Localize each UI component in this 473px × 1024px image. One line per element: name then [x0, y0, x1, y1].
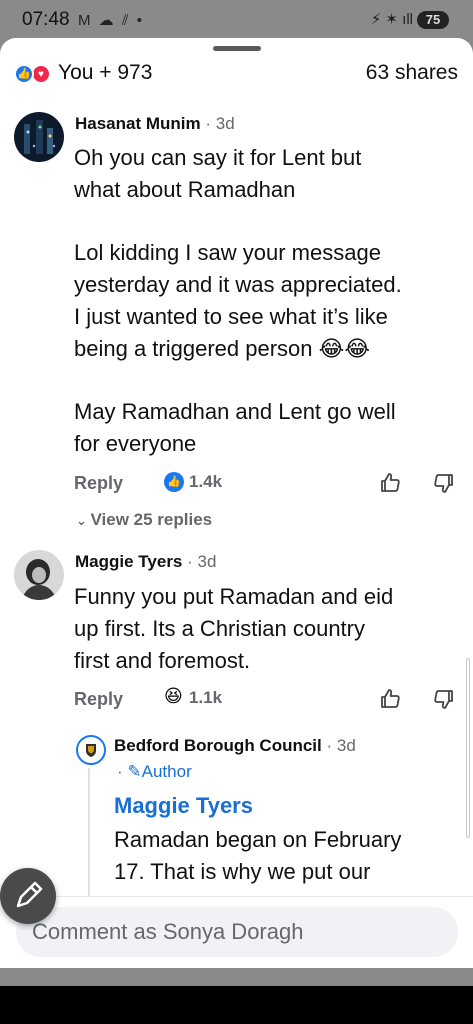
like-icon[interactable] [378, 687, 402, 711]
comment-time: · 3d [182, 552, 217, 571]
avatar[interactable] [14, 550, 64, 600]
haha-reaction-icon: 😆 [164, 686, 183, 706]
reply-text-line: 17. That is why we put our [114, 859, 371, 884]
comment-author[interactable]: Hasanat Munim · 3d [75, 114, 235, 134]
comment-input[interactable]: Comment as Sonya Doragh [16, 907, 458, 957]
comments-sheet: 👍 ♥ You + 973 63 shares Hasanat Munim · … [0, 38, 473, 968]
mention-link[interactable]: Maggie Tyers [114, 793, 253, 819]
like-reaction-icon: 👍 [164, 472, 184, 492]
reaction-count[interactable]: 1.1k [189, 688, 222, 708]
reactions-summary[interactable]: 👍 ♥ You + 973 63 shares [14, 60, 460, 90]
bottom-divider [0, 968, 473, 986]
status-time: 07:48 [22, 9, 70, 30]
battery-icon: 75 [417, 11, 449, 29]
system-nav-bar [0, 986, 473, 1024]
reactions-count[interactable]: You + 973 [58, 61, 152, 85]
pencil-icon: ✎ [127, 762, 142, 781]
dislike-icon[interactable] [432, 687, 456, 711]
view-replies-link[interactable]: ⌄ View 25 replies [76, 510, 212, 530]
chevron-down-icon: ⌄ [76, 513, 91, 528]
council-logo-avatar[interactable] [76, 735, 106, 765]
reply-button[interactable]: Reply [74, 473, 123, 494]
scrollbar[interactable] [466, 658, 470, 838]
comment-text: Oh you can say it for Lent but what abou… [74, 145, 402, 457]
notification-icons: M ☁ ⫽ • [78, 12, 144, 29]
reply-text-line: Ramadan began on February [114, 827, 402, 852]
avatar[interactable] [14, 112, 64, 162]
pencil-icon [16, 881, 43, 908]
shares-count[interactable]: 63 shares [366, 61, 458, 85]
compose-fab[interactable] [0, 868, 56, 924]
love-reaction-icon: ♥ [31, 64, 51, 84]
sheet-drag-handle[interactable] [213, 46, 261, 51]
signal-wifi-icon: ⚡ ✶ ıll [370, 11, 413, 28]
comment-text: Funny you put Ramadan and eid up first. … [74, 584, 394, 673]
reply-button[interactable]: Reply [74, 689, 123, 710]
reply-time: · 3d [321, 736, 356, 755]
comment-composer: Comment as Sonya Doragh [0, 896, 473, 969]
author-badge: · ✎Author [117, 762, 192, 781]
dislike-icon[interactable] [432, 471, 456, 495]
reaction-count[interactable]: 1.4k [189, 472, 222, 492]
status-bar: 07:48 M ☁ ⫽ • ⚡ ✶ ıll 75 [0, 0, 473, 40]
like-icon[interactable] [378, 471, 402, 495]
reply-author[interactable]: Bedford Borough Council · 3d [114, 736, 356, 756]
like-reaction-icon: 👍 [14, 64, 34, 84]
comment-time: · 3d [200, 114, 235, 133]
comment-author[interactable]: Maggie Tyers · 3d [75, 552, 216, 572]
